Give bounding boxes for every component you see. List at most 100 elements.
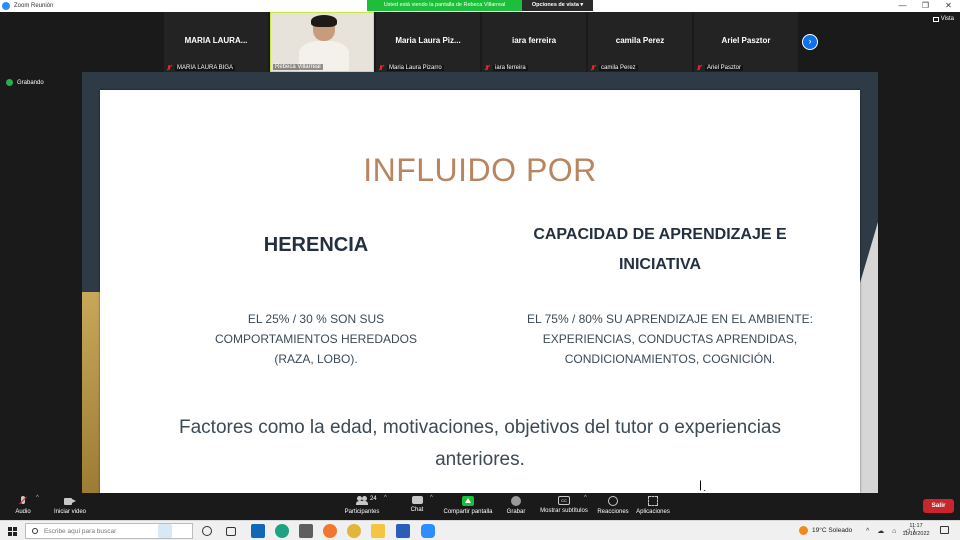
minimize-button[interactable]: — (891, 0, 914, 12)
view-label: Vista (940, 16, 954, 22)
share-status-banner: Usted está viendo la pantalla de Rebeca … (367, 0, 522, 11)
chat-caret-icon[interactable]: ^ (430, 495, 433, 501)
share-screen-icon (462, 496, 474, 506)
participant-label: camila Perez (590, 65, 638, 71)
show-subtitles-button[interactable]: CC Mostrar subtítulos (538, 496, 590, 514)
chat-icon (411, 496, 423, 504)
participant-tile[interactable]: camila Perez camila Perez (588, 12, 692, 72)
participant-label: MARIA LAURA BIGA (166, 65, 236, 71)
close-button[interactable]: ✕ (937, 0, 960, 12)
chat-label: Chat (410, 507, 424, 513)
participant-label: Ariel Pasztor (696, 65, 744, 71)
news-widget-icon[interactable] (158, 524, 172, 538)
meeting-toolbar: Audio ^ Iniciar video Participantes 24 ^… (0, 493, 960, 520)
recording-dot-icon (6, 79, 13, 86)
file-explorer-icon[interactable] (371, 524, 385, 538)
slide-right-heading: CAPACIDAD DE APRENDIZAJE E INICIATIVA (533, 226, 787, 273)
slide-decoration (858, 222, 878, 493)
share-screen-button[interactable]: Compartir pantalla (442, 496, 494, 515)
participant-name: iara ferreira (493, 65, 528, 71)
participant-name: MARIA LAURA BIGA (175, 65, 236, 71)
participant-name: Rebeca Villarreal (273, 64, 323, 70)
grid-icon (932, 16, 939, 22)
apps-button[interactable]: Aplicaciones (634, 496, 672, 515)
next-page-arrow-icon[interactable]: › (802, 34, 818, 50)
slide-footer-text: Factores como la edad, motivaciones, obj… (179, 417, 781, 470)
participant-tile[interactable]: MARIA LAURA... MARIA LAURA BIGA (164, 12, 268, 72)
audio-label: Audio (15, 509, 31, 515)
word-icon[interactable] (396, 524, 410, 538)
zoom-app-icon (2, 2, 10, 10)
chat-button[interactable]: Chat (405, 496, 429, 513)
show-subtitles-label: Mostrar subtítulos (540, 508, 588, 514)
participant-display-name: Ariel Pasztor (721, 36, 771, 45)
leave-meeting-button[interactable]: Salir (923, 499, 954, 513)
store-icon[interactable] (299, 524, 313, 538)
search-icon (32, 528, 38, 534)
video-off-icon (64, 496, 76, 506)
share-screen-label: Compartir pantalla (443, 509, 493, 515)
view-button[interactable]: Vista (932, 16, 954, 22)
chrome-icon[interactable] (347, 524, 361, 538)
start-video-label: Iniciar video (53, 509, 86, 515)
reactions-button[interactable]: Reacciones (596, 496, 630, 515)
record-icon (511, 496, 521, 506)
participant-label: iara ferreira (484, 65, 528, 71)
participant-label: Rebeca Villarreal (273, 64, 323, 70)
participant-display-name: MARIA LAURA... (184, 36, 248, 45)
mic-muted-icon (484, 65, 490, 71)
firefox-icon[interactable] (323, 524, 337, 538)
window-title: Zoom Reunión (14, 3, 54, 9)
apps-label: Aplicaciones (636, 509, 670, 515)
participant-display-name: camila Perez (615, 36, 665, 45)
edge-browser-icon[interactable] (275, 524, 289, 538)
taskbar-clock[interactable]: 11:17 11/10/2022 (900, 522, 932, 538)
windows-start-icon[interactable] (8, 527, 17, 536)
slide-title: INFLUIDO POR (363, 152, 597, 188)
participant-gallery: MARIA LAURA... MARIA LAURA BIGA Rebeca V… (164, 12, 798, 72)
shared-screen: INFLUIDO POR HERENCIA CAPACIDAD DE APREN… (82, 72, 878, 493)
presentation-slide: INFLUIDO POR HERENCIA CAPACIDAD DE APREN… (100, 90, 860, 493)
notifications-icon[interactable] (940, 526, 949, 534)
recording-indicator[interactable]: Grabando (6, 79, 44, 86)
participants-count: 24 (370, 496, 377, 502)
subtitles-caret-icon[interactable]: ^ (584, 495, 587, 501)
windows-taskbar: 19°C Soleado ^ ☁ ⌂ ◁) 11:17 11/10/2022 (0, 520, 960, 540)
participant-tile[interactable]: Maria Laura Piz... Maria Laura Pizarro (376, 12, 480, 72)
slide-decoration (82, 292, 100, 493)
slide-right-text: EL 75% / 80% SU APRENDIZAJE EN EL AMBIEN… (527, 312, 813, 366)
participant-name: Maria Laura Pizarro (387, 65, 444, 71)
mic-muted-icon (590, 65, 596, 71)
view-options-button[interactable]: Opciones de vista ▾ (522, 0, 593, 11)
participant-video-tile[interactable]: Rebeca Villarreal (270, 12, 374, 72)
audio-button[interactable]: Audio (12, 496, 34, 515)
start-video-button[interactable]: Iniciar video (52, 496, 88, 515)
participant-name: Ariel Pasztor (705, 65, 744, 71)
mic-muted-icon (166, 65, 172, 71)
participant-label: Maria Laura Pizarro (378, 65, 444, 71)
cortana-icon[interactable] (202, 526, 212, 536)
audio-options-caret-icon[interactable]: ^ (36, 495, 39, 501)
task-view-icon[interactable] (226, 527, 236, 536)
maximize-button[interactable]: ❐ (914, 0, 937, 12)
zoom-taskbar-icon[interactable] (421, 524, 435, 538)
zoom-window: Zoom Reunión — ❐ ✕ Usted está viendo la … (0, 0, 960, 540)
participant-name: camila Perez (599, 65, 638, 71)
record-button[interactable]: Grabar (504, 496, 528, 515)
sun-icon (799, 526, 808, 535)
mic-muted-icon (17, 496, 29, 506)
mail-icon[interactable] (251, 524, 265, 538)
taskbar-search-input[interactable] (44, 527, 164, 535)
reactions-label: Reacciones (597, 509, 629, 515)
slide-left-heading: HERENCIA (263, 234, 369, 256)
participant-tile[interactable]: iara ferreira iara ferreira (482, 12, 586, 72)
weather-text: 19°C Soleado (812, 527, 853, 534)
participant-tile[interactable]: Ariel Pasztor Ariel Pasztor (694, 12, 798, 72)
participants-caret-icon[interactable]: ^ (384, 495, 387, 501)
clock-date: 11/10/2022 (902, 531, 930, 537)
participant-display-name: Maria Laura Piz... (395, 36, 461, 45)
recording-label: Grabando (17, 79, 44, 86)
weather-widget[interactable]: 19°C Soleado (799, 526, 852, 535)
clock-time: 11:17 (909, 523, 923, 529)
mic-muted-icon (696, 65, 702, 71)
